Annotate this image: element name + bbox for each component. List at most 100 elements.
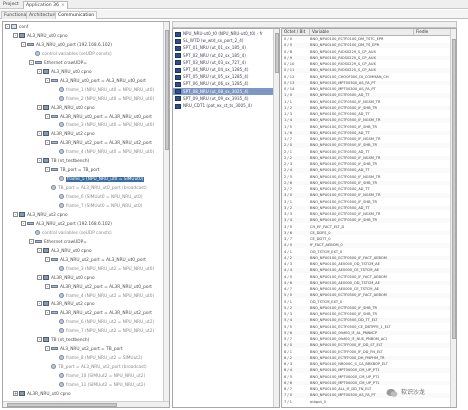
tree-vertical-scrollbar[interactable] <box>163 22 169 407</box>
collapse-icon[interactable]: - <box>45 256 50 262</box>
table-row[interactable]: 4 / 3 BNO_NPU0100_AE0000_OD_TSTCM_AE <box>282 262 451 267</box>
frame-list-item[interactable]: SPT_09_NRU (ut_09_sx_3935_4) <box>175 95 248 102</box>
tree-node[interactable]: frame_7 (SIMUut0 = NPU_NRU_ut0) <box>53 203 142 211</box>
table-row[interactable]: 5 / 4 BNO_NPU0100_ECTF0500_DD_TT_ELT <box>282 318 451 323</box>
tree-node[interactable]: - AL3R_NRU_ut2 cpno <box>37 131 95 139</box>
collapse-icon[interactable]: - <box>29 238 34 244</box>
collapse-icon[interactable]: - <box>21 41 26 47</box>
table-row[interactable]: 6 / 6 BNO_NPU0100_MPT00000_CM_UP_PT1 <box>282 380 451 386</box>
table-row[interactable]: 6 / 2 BNO_NPU0100_ECTFF000_DH_PNPHM_TR <box>282 355 451 361</box>
column-header-variable[interactable]: Variable <box>310 29 414 36</box>
collapse-icon[interactable]: - <box>21 220 26 226</box>
table-row[interactable]: 6 / 5 BNO_NPU0100_MPT00000_CM_UP_PT1 <box>282 375 451 380</box>
table-row[interactable]: 4 / 4 BNO_NPU0100_AE0000_CE_TSTCM_AE <box>282 268 451 273</box>
frame-list-item[interactable]: SPT_04_NRU (ut_04_sx_1285_4) <box>175 66 248 73</box>
table-row[interactable]: 1 / 5 BNO_NPU0100_ECTF0500_IF_SHB_TR <box>282 125 451 130</box>
tree-node[interactable]: - AL3_NRU_ut0 cpno <box>13 32 68 41</box>
collapse-icon[interactable]: - <box>13 32 18 38</box>
tab-communication[interactable]: Communication <box>55 11 98 19</box>
table-row[interactable]: 1 / 3 BNO_NPU0100_ECTF0500_AD_TT <box>282 112 451 117</box>
table-row[interactable]: 2 / 3 BNO_NPU0100_ECTF0500_IF_SHB_TR <box>282 162 451 167</box>
table-row[interactable]: 6 / 0 BNO_NPU0100_ECTFF000_IF_DD_ST_ELT <box>282 343 451 348</box>
collapse-icon[interactable]: - <box>37 158 42 164</box>
table-row[interactable]: 4 / 6 BNO_NPU0100_AE0000_OD_TSTCM_AE <box>282 280 451 286</box>
tree-node[interactable]: - AL3_NRU_ut2 cpno <box>13 211 68 220</box>
scrollbar-thumb[interactable] <box>7 403 117 407</box>
collapse-icon[interactable]: - <box>45 283 50 289</box>
collapse-icon[interactable]: - <box>45 167 50 173</box>
tree-node[interactable]: - AL3R_NRU_ut0 cpno <box>37 274 95 283</box>
table-row[interactable]: 4 / 2 BNO_NPU0100_ECTF0500_IF_FACT_AEBOM <box>282 255 451 261</box>
tree-node[interactable]: frame_6 (NPU_NRU_ut2 = NPU_NRU_ut2) <box>53 319 154 327</box>
scrollbar-thumb[interactable] <box>275 33 279 73</box>
tree-node[interactable]: frame_7 (NPU_NRU_ut2 = NPU_NRU_ut2) <box>53 328 154 336</box>
frame-list-item[interactable]: SL_WTD (w_wtd_sx_port_2_4) <box>175 37 243 44</box>
table-row[interactable]: 7 / 1 output_0 <box>282 400 451 405</box>
tree-node[interactable]: frame_4 (NPU_NRU_ut0 = NPU_NRU_ut0) <box>53 149 154 157</box>
tree-node[interactable]: frame_10 (SIMUut2 = NPU_NRU_ut2) <box>53 373 145 381</box>
frame-list-item[interactable]: SPT_06_NRU (ut_06_sx_1285_4) <box>175 80 248 87</box>
tree-node[interactable]: - Ethernet crawUDP= <box>29 238 87 247</box>
scrollbar-thumb[interactable] <box>165 30 169 150</box>
table-row[interactable]: 0 / 9 BNO_NPU0100_RIOS0225_S_CP_AUX <box>282 55 451 61</box>
table-row[interactable]: 5 / 6 BNO_NPU0100_0fxf00_IF_AL_PNNKCP <box>282 330 451 336</box>
frame-list-item[interactable]: NPU_NRU-ut0_t0 (NPU_NRU-ut0_t0) - fr <box>175 30 263 37</box>
tree-node[interactable]: + AL3R_NRU_ut0 cpno <box>13 390 71 399</box>
tree-node[interactable]: - AL3_NRU_ut0_port = AL3_NRU_ut0_port <box>45 77 146 86</box>
table-row[interactable]: 3 / 1 BNO_NPU0100_ECTF0500_IF_SHB_TR <box>282 200 451 205</box>
frame-list-vertical-scrollbar[interactable] <box>273 29 279 407</box>
frame-list-item[interactable]: SPT_08_NRU (ut_08_sx_3025_4) <box>173 87 274 95</box>
table-row[interactable]: 2 / 0 BNO_NPU0100_ECTF0500_IF_SHB_TR <box>282 143 451 148</box>
table-row[interactable]: 5 / 5 BNO_NPU0100_ECTF0500_CE_DBTPFE_1_EL… <box>282 325 451 330</box>
table-row[interactable]: 3 / 0 BNO_NPU0100_ECTF0500_IF_NGSM_TR <box>282 193 451 198</box>
table-row[interactable]: 2 / 4 BNO_NPU0100_ECTF0500_AD_TT <box>282 168 451 173</box>
collapse-icon[interactable]: - <box>37 337 42 343</box>
table-row[interactable]: 4 / 1 OD_TSTCM_EXT_0 <box>282 250 451 255</box>
collapse-icon[interactable]: - <box>29 59 34 65</box>
table-row[interactable]: 1 / 7 BNO_NPU0100_ECTF0500_IF_NGSM_TR <box>282 137 451 142</box>
close-icon[interactable]: × <box>61 3 65 8</box>
table-row[interactable]: 0 / 11 BNO_NPU0100_RIOS0225_S_CP_AUX <box>282 68 451 73</box>
tree-node[interactable]: - TB (nt_testbench) <box>37 337 89 345</box>
frame-list-item[interactable]: SPT_03_NRU (ut_03_sx_727_4) <box>175 59 246 66</box>
tree-node[interactable]: frame_6 (SIMUut0 = NPU_NRU_ut0) <box>53 194 142 202</box>
tree-node[interactable]: - AL3R_NRU_ut0 cpno <box>37 104 95 113</box>
table-row[interactable]: 4 / 7 BNO_NPU0100_AE0000_CE_TSTCM_AE <box>282 287 451 292</box>
table-row[interactable]: 4 / 0 IF_FACT_AEBOM_0 <box>282 243 451 248</box>
table-row[interactable]: 0 / 10 BNO_NPU0100_RIOS0229_S_CP_AUX <box>282 62 451 67</box>
column-header-octet[interactable]: Octet / Bit <box>282 29 310 36</box>
tree-node[interactable]: - Ethernet crawUDP= <box>29 59 87 68</box>
tree-node[interactable]: - AL3_NRU_ut2_port (192.168.6.102) <box>21 220 112 229</box>
table-row[interactable]: 5 / 3 BNO_NPU0100_ECTF0500_IF_SHB_TR <box>282 312 451 317</box>
tree-node[interactable]: - AL3_NRU_ut2_port = TB_port <box>45 346 123 354</box>
table-row[interactable]: 6 / 1 BNO_NPU0100_ECTFF000_IF_DD_FN_ELT <box>282 350 451 355</box>
collapse-icon[interactable]: - <box>37 274 42 280</box>
tree-node[interactable]: - AL3R_NRU_ut2 cpno <box>37 301 95 309</box>
frame-list-item[interactable]: SPT_05_NRU (ut_05_sx_1285_4) <box>175 73 248 80</box>
expand-icon[interactable]: + <box>13 390 18 396</box>
table-row[interactable]: 6 / 3 BNO_NPU0100_NR000C_S_CA_BRKBOP_ELT <box>282 362 451 367</box>
table-row[interactable]: 2 / 6 BNO_NPU0100_ECTF0500_IF_SHB_TR <box>282 180 451 186</box>
tree-node[interactable]: - AL3R_NRU_ut2_port = AL3R_NRU_ut0_port <box>45 283 152 292</box>
tree-horizontal-scrollbar[interactable] <box>3 401 169 407</box>
tree-node[interactable]: frame_8 (NPU_NRU_ut2 = SIMUut2) <box>53 355 142 363</box>
collapse-icon[interactable]: - <box>37 131 42 137</box>
tree-node[interactable]: frame_5 (NPU_NRU_ut0 = SIMUut0) <box>53 176 145 184</box>
table-row[interactable]: 2 / 5 BNO_NPU0100_ECTF0500_IF_NGSM_TR <box>282 175 451 180</box>
collapse-icon[interactable]: - <box>5 24 10 29</box>
tree-node[interactable]: - AL3R_NRU_ut2_port = AL3R_NRU_ut2_port <box>45 310 152 318</box>
tree-node[interactable]: - AL3R_NRU_ut0_port = AL3R_NRU_ut0_port <box>45 113 152 122</box>
table-row[interactable]: 1 / 0 BNO_NPU0100_ECTF0500_AD_TT <box>282 93 451 98</box>
tree-node[interactable]: - AL3R_NRU_ut2_port = AL3R_NRU_ut2_port <box>45 140 152 148</box>
table-row[interactable]: 3 / 2 BNO_NPU0100_ECTF0500_AD_TT <box>282 205 451 211</box>
tree-node[interactable]: frame_3 (NPU_NRU_ut2 = NPU_NRU_ut0) <box>53 265 154 274</box>
table-row[interactable]: 3 / 7 CE_DDTT_0 <box>282 237 451 242</box>
tree-node[interactable]: frame_4 (NPU_NRU_ut2 = NPU_NRU_ut0) <box>53 292 154 301</box>
tree-node[interactable]: TB_port = AL3_NRU_ut2_port (broadcast) <box>45 364 147 372</box>
column-header-fiedle[interactable]: Fiedle <box>414 29 451 36</box>
collapse-icon[interactable]: - <box>45 140 50 146</box>
collapse-icon[interactable]: - <box>45 346 50 352</box>
tree-node[interactable]: frame_3 (NPU_NRU_ut0 = NPU_NRU_ut0) <box>53 122 154 130</box>
table-row[interactable]: 2 / 2 BNO_NPU0100_ECTF0500_IF_NGSM_TR <box>282 155 451 161</box>
table-row[interactable]: 6 / 4 BNO_NPU0100_MPT00000_CM_UP_PT1 <box>282 368 451 373</box>
